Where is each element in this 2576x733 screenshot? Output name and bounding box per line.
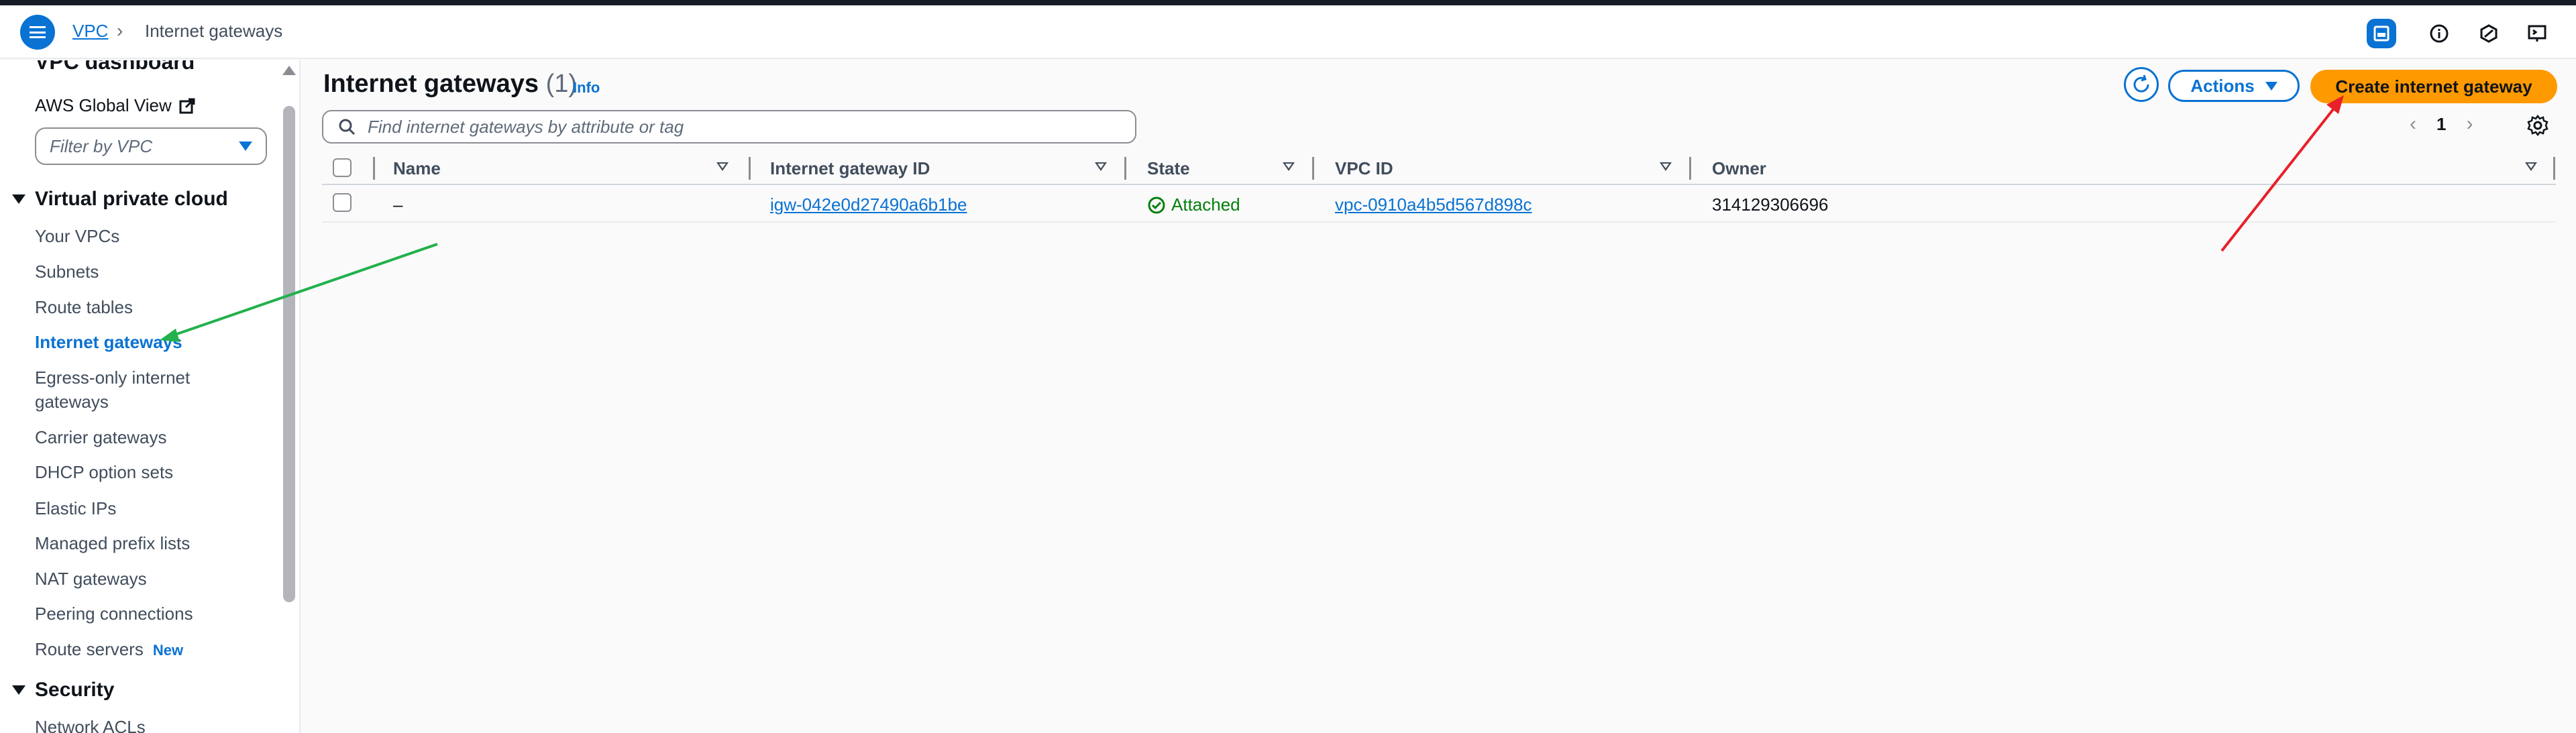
global-view-label: AWS Global View bbox=[35, 95, 172, 115]
column-divider[interactable] bbox=[1124, 157, 1126, 180]
section-virtual-private-cloud[interactable]: Virtual private cloud bbox=[12, 188, 228, 211]
external-link-icon bbox=[179, 98, 195, 113]
caret-down-icon bbox=[12, 194, 25, 204]
route-servers-label: Route servers bbox=[35, 639, 144, 659]
sidebar-item-internet-gateways[interactable]: Internet gateways bbox=[35, 330, 182, 354]
table-header: Name Internet gateway ID State VPC ID Ow… bbox=[322, 153, 2556, 185]
sidebar-item-elastic-ips[interactable]: Elastic IPs bbox=[35, 496, 116, 520]
status-success-icon bbox=[1148, 196, 1165, 213]
menu-button[interactable] bbox=[20, 15, 55, 50]
sort-icon[interactable] bbox=[1283, 162, 1295, 171]
caret-down-icon bbox=[2265, 81, 2277, 91]
column-divider[interactable] bbox=[749, 157, 751, 180]
cell-vpc-id-link[interactable]: vpc-0910a4b5d567d898c bbox=[1335, 194, 1532, 215]
sidebar-item-your-vpcs[interactable]: Your VPCs bbox=[35, 224, 119, 248]
scroll-up-arrow-icon[interactable] bbox=[282, 66, 296, 75]
info-button[interactable] bbox=[2424, 19, 2454, 48]
section-label: Virtual private cloud bbox=[35, 188, 228, 210]
cell-owner: 314129306696 bbox=[1712, 194, 1829, 215]
sort-icon[interactable] bbox=[716, 162, 729, 171]
cell-name: – bbox=[393, 194, 403, 215]
row-checkbox[interactable] bbox=[333, 193, 352, 212]
state-label: Attached bbox=[1171, 194, 1240, 215]
breadcrumb-vpc-link[interactable]: VPC bbox=[72, 20, 108, 42]
column-header-igw-id[interactable]: Internet gateway ID bbox=[770, 158, 930, 179]
breadcrumb-current: Internet gateways bbox=[145, 21, 283, 41]
select-all-checkbox[interactable] bbox=[333, 158, 352, 177]
column-header-owner[interactable]: Owner bbox=[1712, 158, 1766, 179]
sidebar: VPC dashboard AWS Global View Filter by … bbox=[0, 60, 301, 733]
search-placeholder: Find internet gateways by attribute or t… bbox=[368, 116, 684, 137]
filter-placeholder: Filter by VPC bbox=[50, 135, 153, 156]
sidebar-item-subnets[interactable]: Subnets bbox=[35, 260, 99, 284]
caret-down-icon bbox=[12, 685, 25, 695]
cell-igw-id-link[interactable]: igw-042e0d27490a6b1be bbox=[770, 194, 967, 215]
caret-down-icon bbox=[239, 142, 252, 151]
vpc-filter-select[interactable]: Filter by VPC bbox=[35, 127, 267, 165]
refresh-icon bbox=[2133, 74, 2149, 93]
column-divider[interactable] bbox=[1312, 157, 1314, 180]
top-strip bbox=[0, 0, 2576, 5]
sidebar-item-network-acls[interactable]: Network ACLs bbox=[35, 715, 146, 733]
new-badge: New bbox=[152, 642, 184, 659]
sort-icon[interactable] bbox=[1660, 162, 1672, 171]
page-title: Internet gateways (1) bbox=[323, 70, 577, 99]
main-content: Internet gateways (1) Info Actions Creat… bbox=[302, 60, 2576, 733]
actions-button[interactable]: Actions bbox=[2168, 70, 2300, 102]
sidebar-item-route-tables[interactable]: Route tables bbox=[35, 295, 133, 319]
sidebar-item-egress-only-internet-gateways[interactable]: Egress-only internet gateways bbox=[35, 365, 236, 414]
sidebar-item-route-servers[interactable]: Route servers New bbox=[35, 637, 183, 663]
chevron-left-icon[interactable]: ‹ bbox=[2410, 113, 2416, 135]
column-header-vpc-id[interactable]: VPC ID bbox=[1335, 158, 1393, 179]
sidebar-dashboard-link[interactable]: VPC dashboard bbox=[35, 60, 195, 74]
search-icon bbox=[339, 119, 356, 135]
sidebar-item-nat-gateways[interactable]: NAT gateways bbox=[35, 567, 147, 591]
shield-icon bbox=[2480, 24, 2498, 43]
sidebar-item-carrier-gateways[interactable]: Carrier gateways bbox=[35, 425, 167, 449]
column-divider[interactable] bbox=[1689, 157, 1691, 180]
page-number[interactable]: 1 bbox=[2436, 114, 2446, 135]
top-header: VPC › Internet gateways bbox=[0, 5, 2576, 59]
sidebar-item-dhcp-option-sets[interactable]: DHCP option sets bbox=[35, 460, 173, 484]
table-row[interactable]: – igw-042e0d27490a6b1be Attached vpc-091… bbox=[322, 185, 2556, 223]
info-link[interactable]: Info bbox=[573, 79, 600, 97]
column-divider[interactable] bbox=[2553, 157, 2555, 180]
column-header-state[interactable]: State bbox=[1147, 158, 1190, 179]
sidebar-global-view-link[interactable]: AWS Global View bbox=[35, 95, 196, 116]
breadcrumb-separator: › bbox=[117, 20, 123, 41]
sort-icon[interactable] bbox=[1095, 162, 1107, 171]
preferences-button[interactable] bbox=[2526, 114, 2549, 140]
pagination: ‹ 1 › bbox=[2410, 113, 2473, 135]
column-header-name[interactable]: Name bbox=[393, 158, 441, 179]
sidebar-item-peering-connections[interactable]: Peering connections bbox=[35, 602, 193, 626]
feedback-icon bbox=[2528, 25, 2546, 42]
refresh-button[interactable] bbox=[2124, 67, 2159, 102]
hamburger-icon bbox=[30, 26, 46, 38]
sidebar-item-managed-prefix-lists[interactable]: Managed prefix lists bbox=[35, 531, 190, 555]
search-input[interactable]: Find internet gateways by attribute or t… bbox=[322, 110, 1136, 144]
sort-icon[interactable] bbox=[2525, 162, 2537, 171]
cell-state: Attached bbox=[1147, 194, 1240, 215]
panel-toggle-button[interactable] bbox=[2367, 19, 2396, 48]
chevron-right-icon[interactable]: › bbox=[2466, 113, 2473, 135]
security-button[interactable] bbox=[2474, 19, 2504, 48]
title-text: Internet gateways bbox=[323, 70, 539, 98]
info-icon bbox=[2430, 24, 2449, 43]
gear-icon bbox=[2527, 114, 2548, 137]
column-divider bbox=[373, 157, 375, 180]
section-label: Security bbox=[35, 679, 115, 701]
sidebar-scrollbar[interactable] bbox=[283, 106, 295, 602]
create-internet-gateway-button[interactable]: Create internet gateway bbox=[2310, 70, 2557, 103]
actions-label: Actions bbox=[2190, 75, 2255, 96]
feedback-button[interactable] bbox=[2522, 19, 2552, 48]
section-security[interactable]: Security bbox=[12, 679, 114, 701]
panel-icon bbox=[2373, 25, 2390, 42]
